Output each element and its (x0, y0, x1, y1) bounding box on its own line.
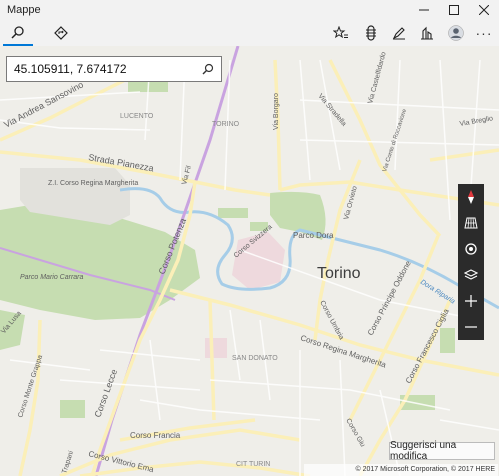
zoom-in-button[interactable] (458, 288, 484, 314)
map-layers-button[interactable] (458, 262, 484, 288)
pen-icon (392, 27, 405, 40)
minimize-icon (419, 9, 429, 11)
favorites-button[interactable] (326, 20, 356, 46)
zoom-out-button[interactable] (458, 314, 484, 340)
directions-tab[interactable] (46, 20, 76, 46)
label-via-borgaro: Via Borgaro (273, 93, 280, 130)
traffic-icon (366, 25, 376, 41)
minimize-button[interactable] (409, 0, 439, 20)
compass-icon (468, 190, 474, 204)
label-parco-mario-carrara: Parco Mario Carrara (20, 274, 84, 281)
label-zi-corso-regina: Z.I. Corso Regina Margherita (48, 180, 138, 187)
avatar (448, 25, 464, 41)
search-button[interactable] (195, 57, 221, 81)
location-icon (465, 243, 477, 255)
locate-button[interactable] (458, 236, 484, 262)
maximize-button[interactable] (439, 0, 469, 20)
label-lucento: LUCENTO (120, 113, 154, 120)
search-input[interactable] (7, 57, 192, 81)
map-canvas[interactable]: Torino Parco Dora Parco Mario Carrara Z.… (0, 46, 499, 476)
favorites-icon (333, 26, 348, 39)
label-san-donato: SAN DONATO (232, 355, 278, 362)
title-bar: Mappe (0, 0, 499, 20)
search-icon (202, 63, 214, 75)
search-tab[interactable] (3, 20, 33, 46)
close-button[interactable] (469, 0, 499, 20)
minus-icon (465, 326, 477, 328)
search-icon (11, 26, 24, 39)
toolbar: ··· (0, 20, 499, 46)
maximize-icon (449, 5, 459, 15)
suggest-edit-button[interactable]: Suggerisci una modifica (389, 440, 495, 462)
compass-button[interactable] (458, 184, 484, 210)
label-parco-dora: Parco Dora (293, 231, 334, 240)
tilt-button[interactable] (458, 210, 484, 236)
copyright-notice: © 2017 Microsoft Corporation, © 2017 HER… (304, 464, 498, 476)
label-corso-francia: Corso Francia (130, 431, 181, 440)
city-icon (421, 26, 433, 40)
ink-button[interactable] (384, 20, 414, 46)
window-title: Mappe (7, 4, 41, 16)
plus-icon (465, 295, 477, 307)
account-button[interactable] (441, 20, 471, 46)
label-torino-small: TORINO (212, 121, 240, 128)
map-controls (458, 184, 484, 340)
directions-icon (54, 26, 68, 40)
traffic-button[interactable] (356, 20, 386, 46)
close-icon (479, 5, 489, 15)
label-torino: Torino (317, 265, 361, 282)
tilt-icon (464, 217, 478, 229)
3d-cities-button[interactable] (412, 20, 442, 46)
label-cit-turin: CIT TURIN (236, 461, 270, 468)
layers-icon (464, 269, 478, 280)
search-box (6, 56, 222, 82)
more-icon: ··· (475, 25, 493, 41)
more-button[interactable]: ··· (469, 20, 499, 46)
